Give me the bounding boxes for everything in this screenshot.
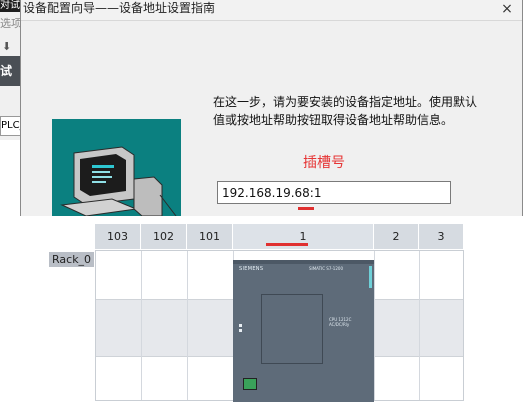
cpu-type-text: CPU 1212C AC/DC/Rly (329, 317, 351, 327)
cpu-top-strip (233, 260, 374, 264)
slot-divider (187, 251, 188, 400)
cpu-io-leds (239, 324, 247, 338)
cpu-front-panel (261, 294, 323, 364)
close-button[interactable]: × (492, 0, 522, 20)
slot-number-highlight (298, 207, 314, 210)
slot-divider (374, 251, 375, 400)
slot-header-1-label: 1 (299, 230, 307, 243)
cpu-status-led (369, 266, 372, 288)
dialog-titlebar[interactable]: 设备配置向导——设备地址设置指南 × (21, 0, 522, 20)
device-address-field[interactable] (217, 181, 451, 204)
cpu-model-label: SIMATIC S7-1200 (309, 266, 343, 271)
background-menu-fragment: 选项 (0, 17, 22, 30)
computer-illustration (52, 119, 181, 216)
ethernet-port-icon[interactable] (243, 378, 257, 390)
slot-number-annotation: 插槽号 (303, 155, 345, 171)
background-tree-item[interactable]: PLC_ (0, 116, 22, 136)
dialog-title: 设备配置向导——设备地址设置指南 (23, 1, 216, 15)
slot-1-highlight (266, 243, 308, 246)
rack-slot-header: 103 102 101 1 2 3 (95, 224, 464, 249)
rack-body: SIEMENS SIMATIC S7-1200 CPU 1212C AC/DC/… (95, 250, 464, 402)
background-toolbar-fragment: 试 (0, 56, 22, 86)
slot-header-103[interactable]: 103 (95, 224, 141, 249)
slot-divider (419, 251, 420, 400)
slot-header-3[interactable]: 3 (419, 224, 464, 249)
slot-header-2[interactable]: 2 (374, 224, 419, 249)
device-config-wizard-dialog: 设备配置向导——设备地址设置指南 × 在这一步，请为要安装的设备指定地址。使用默… (20, 0, 523, 216)
dialog-body: 在这一步，请为要安装的设备指定地址。使用默认值或按地址帮助按钮取得设备地址帮助信… (21, 20, 522, 216)
cpu-io-label: AC/DC/Rly (329, 322, 350, 327)
step-description: 在这一步，请为要安装的设备指定地址。使用默认值或按地址帮助按钮取得设备地址帮助信… (213, 95, 478, 127)
plc-cpu-module[interactable]: SIEMENS SIMATIC S7-1200 CPU 1212C AC/DC/… (233, 260, 374, 402)
background-tab-fragment: 对试 (0, 0, 22, 12)
rack-label: Rack_0 (49, 252, 94, 267)
slot-header-101[interactable]: 101 (187, 224, 233, 249)
slot-header-1[interactable]: 1 (233, 224, 374, 249)
slot-header-102[interactable]: 102 (141, 224, 187, 249)
slot-divider (141, 251, 142, 400)
cpu-brand-label: SIEMENS (239, 266, 264, 272)
computer-icon (60, 146, 177, 216)
download-icon[interactable]: ⬇ (2, 40, 11, 53)
